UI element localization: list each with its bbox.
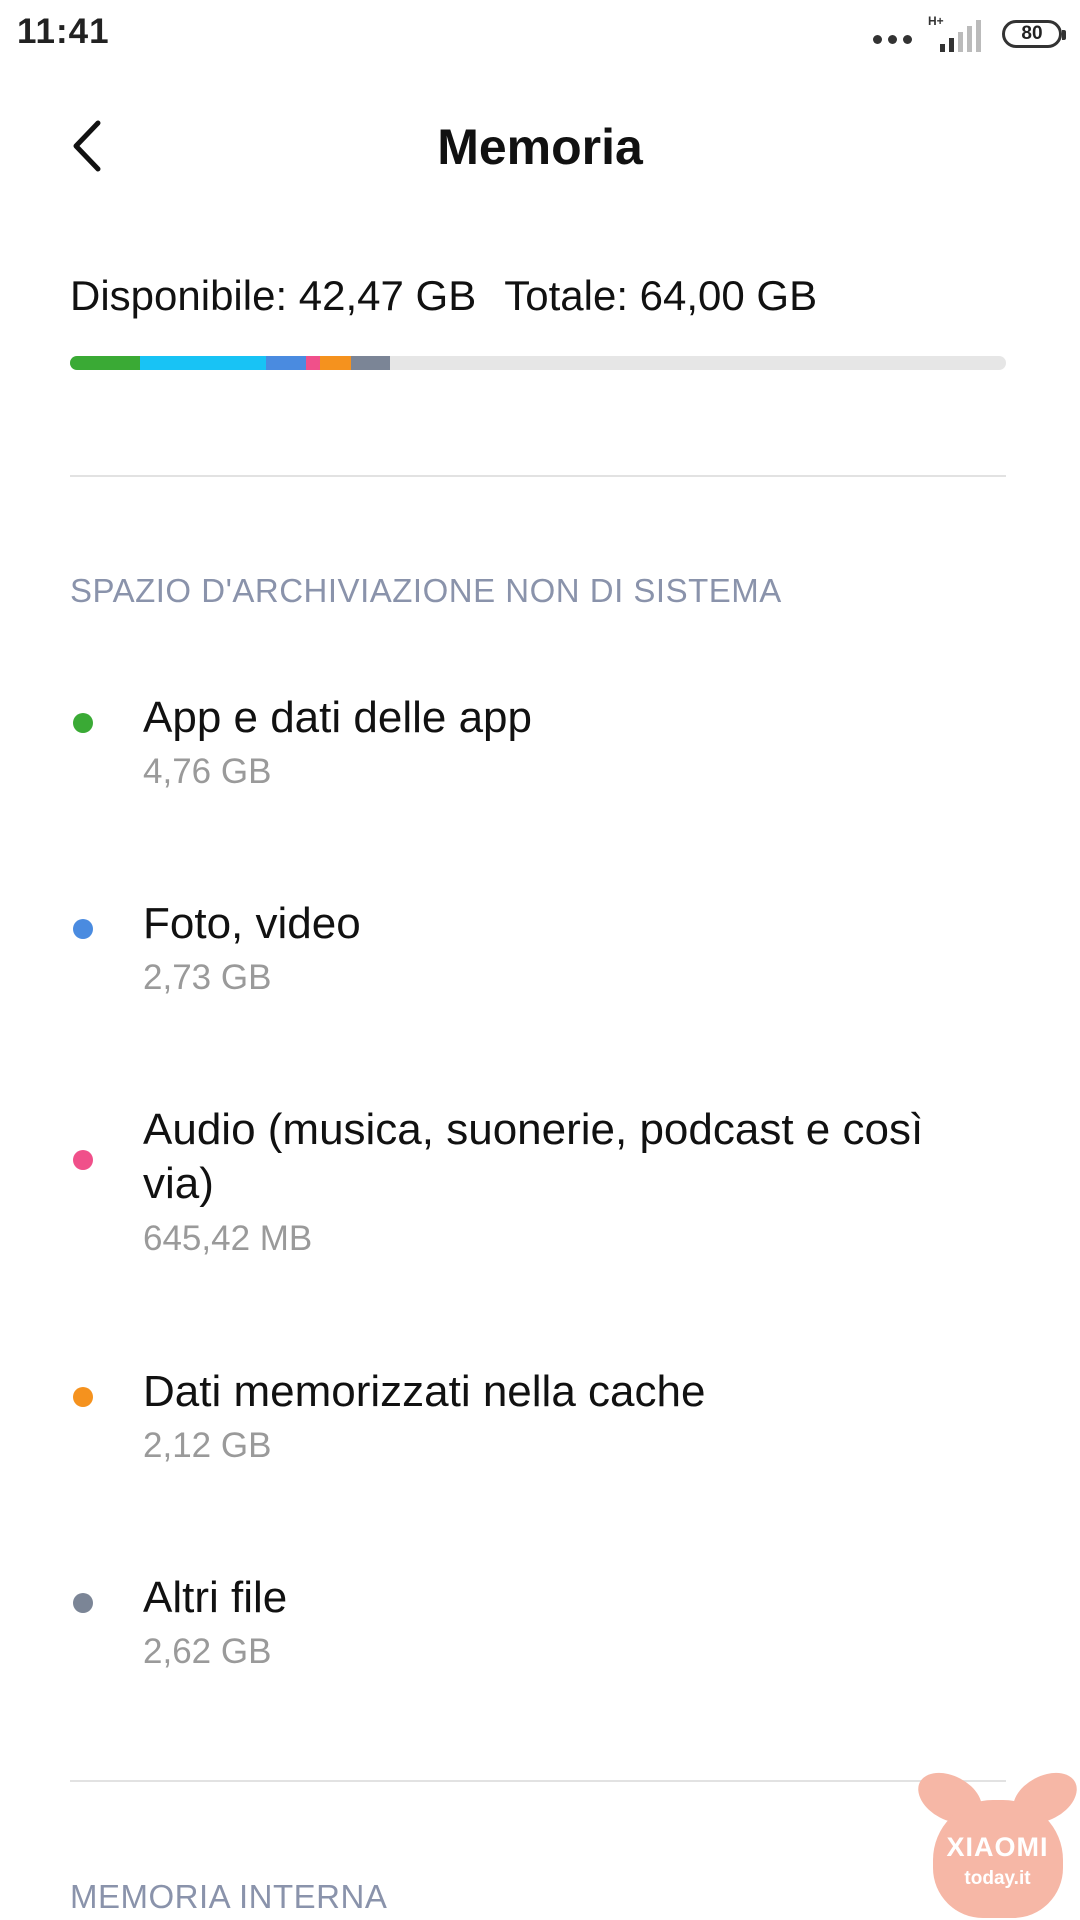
battery-level: 80 xyxy=(1021,23,1043,44)
status-icons: H+ 80 xyxy=(873,14,1066,54)
signal-icon: H+ xyxy=(928,14,986,52)
category-item-cache[interactable]: Dati memorizzati nella cache 2,12 GB xyxy=(0,1334,1080,1540)
storage-bar-segment xyxy=(306,356,321,370)
battery-icon: 80 xyxy=(1002,20,1066,48)
xiaomi-today-logo: XIAOMI today.it xyxy=(915,1760,1080,1920)
category-item-photos-videos[interactable]: Foto, video 2,73 GB xyxy=(0,866,1080,1072)
category-size: 2,73 GB xyxy=(143,958,272,997)
storage-category-list: App e dati delle app 4,76 GB Foto, video… xyxy=(0,660,1080,1746)
category-label: Altri file xyxy=(143,1573,288,1622)
status-bar: 11:41 H+ 80 xyxy=(0,0,1080,66)
storage-summary: Disponibile: 42,47 GB Totale: 64,00 GB xyxy=(70,272,817,320)
dot-icon xyxy=(73,1150,93,1170)
category-size: 645,42 MB xyxy=(143,1219,313,1258)
dot-icon xyxy=(73,919,93,939)
category-item-audio[interactable]: Audio (musica, suonerie, podcast e così … xyxy=(0,1072,1080,1334)
category-label: Dati memorizzati nella cache xyxy=(143,1367,706,1416)
more-notifications-icon xyxy=(873,34,912,44)
divider xyxy=(70,475,1006,477)
category-item-other-files[interactable]: Altri file 2,62 GB xyxy=(0,1540,1080,1746)
available-space: Disponibile: 42,47 GB xyxy=(70,272,477,319)
section-header-internal: MEMORIA INTERNA xyxy=(70,1878,388,1915)
storage-bar-segment xyxy=(139,356,267,370)
total-space: Totale: 64,00 GB xyxy=(504,272,818,319)
header: Memoria xyxy=(0,96,1080,196)
category-size: 2,62 GB xyxy=(143,1632,272,1671)
category-label: Foto, video xyxy=(143,899,361,948)
category-label: App e dati delle app xyxy=(143,693,532,742)
storage-usage-bar xyxy=(70,356,1006,370)
category-size: 4,76 GB xyxy=(143,752,272,791)
divider xyxy=(70,1780,1006,1782)
section-header-non-system: SPAZIO D'ARCHIVIAZIONE NON DI SISTEMA xyxy=(70,572,782,609)
storage-bar-segment xyxy=(351,356,390,370)
logo-brand: XIAOMI xyxy=(946,1832,1049,1862)
category-size: 2,12 GB xyxy=(143,1426,272,1465)
dot-icon xyxy=(73,1387,93,1407)
category-item-apps[interactable]: App e dati delle app 4,76 GB xyxy=(0,660,1080,866)
storage-bar-segment xyxy=(266,356,307,370)
status-time: 11:41 xyxy=(17,12,110,51)
storage-bar-segment xyxy=(320,356,352,370)
dot-icon xyxy=(73,1593,93,1613)
dot-icon xyxy=(73,713,93,733)
logo-site: today.it xyxy=(964,1868,1031,1889)
category-label: Audio (musica, suonerie, podcast e così … xyxy=(143,1105,924,1208)
storage-bar-segment xyxy=(70,356,140,370)
page-title: Memoria xyxy=(437,119,643,175)
